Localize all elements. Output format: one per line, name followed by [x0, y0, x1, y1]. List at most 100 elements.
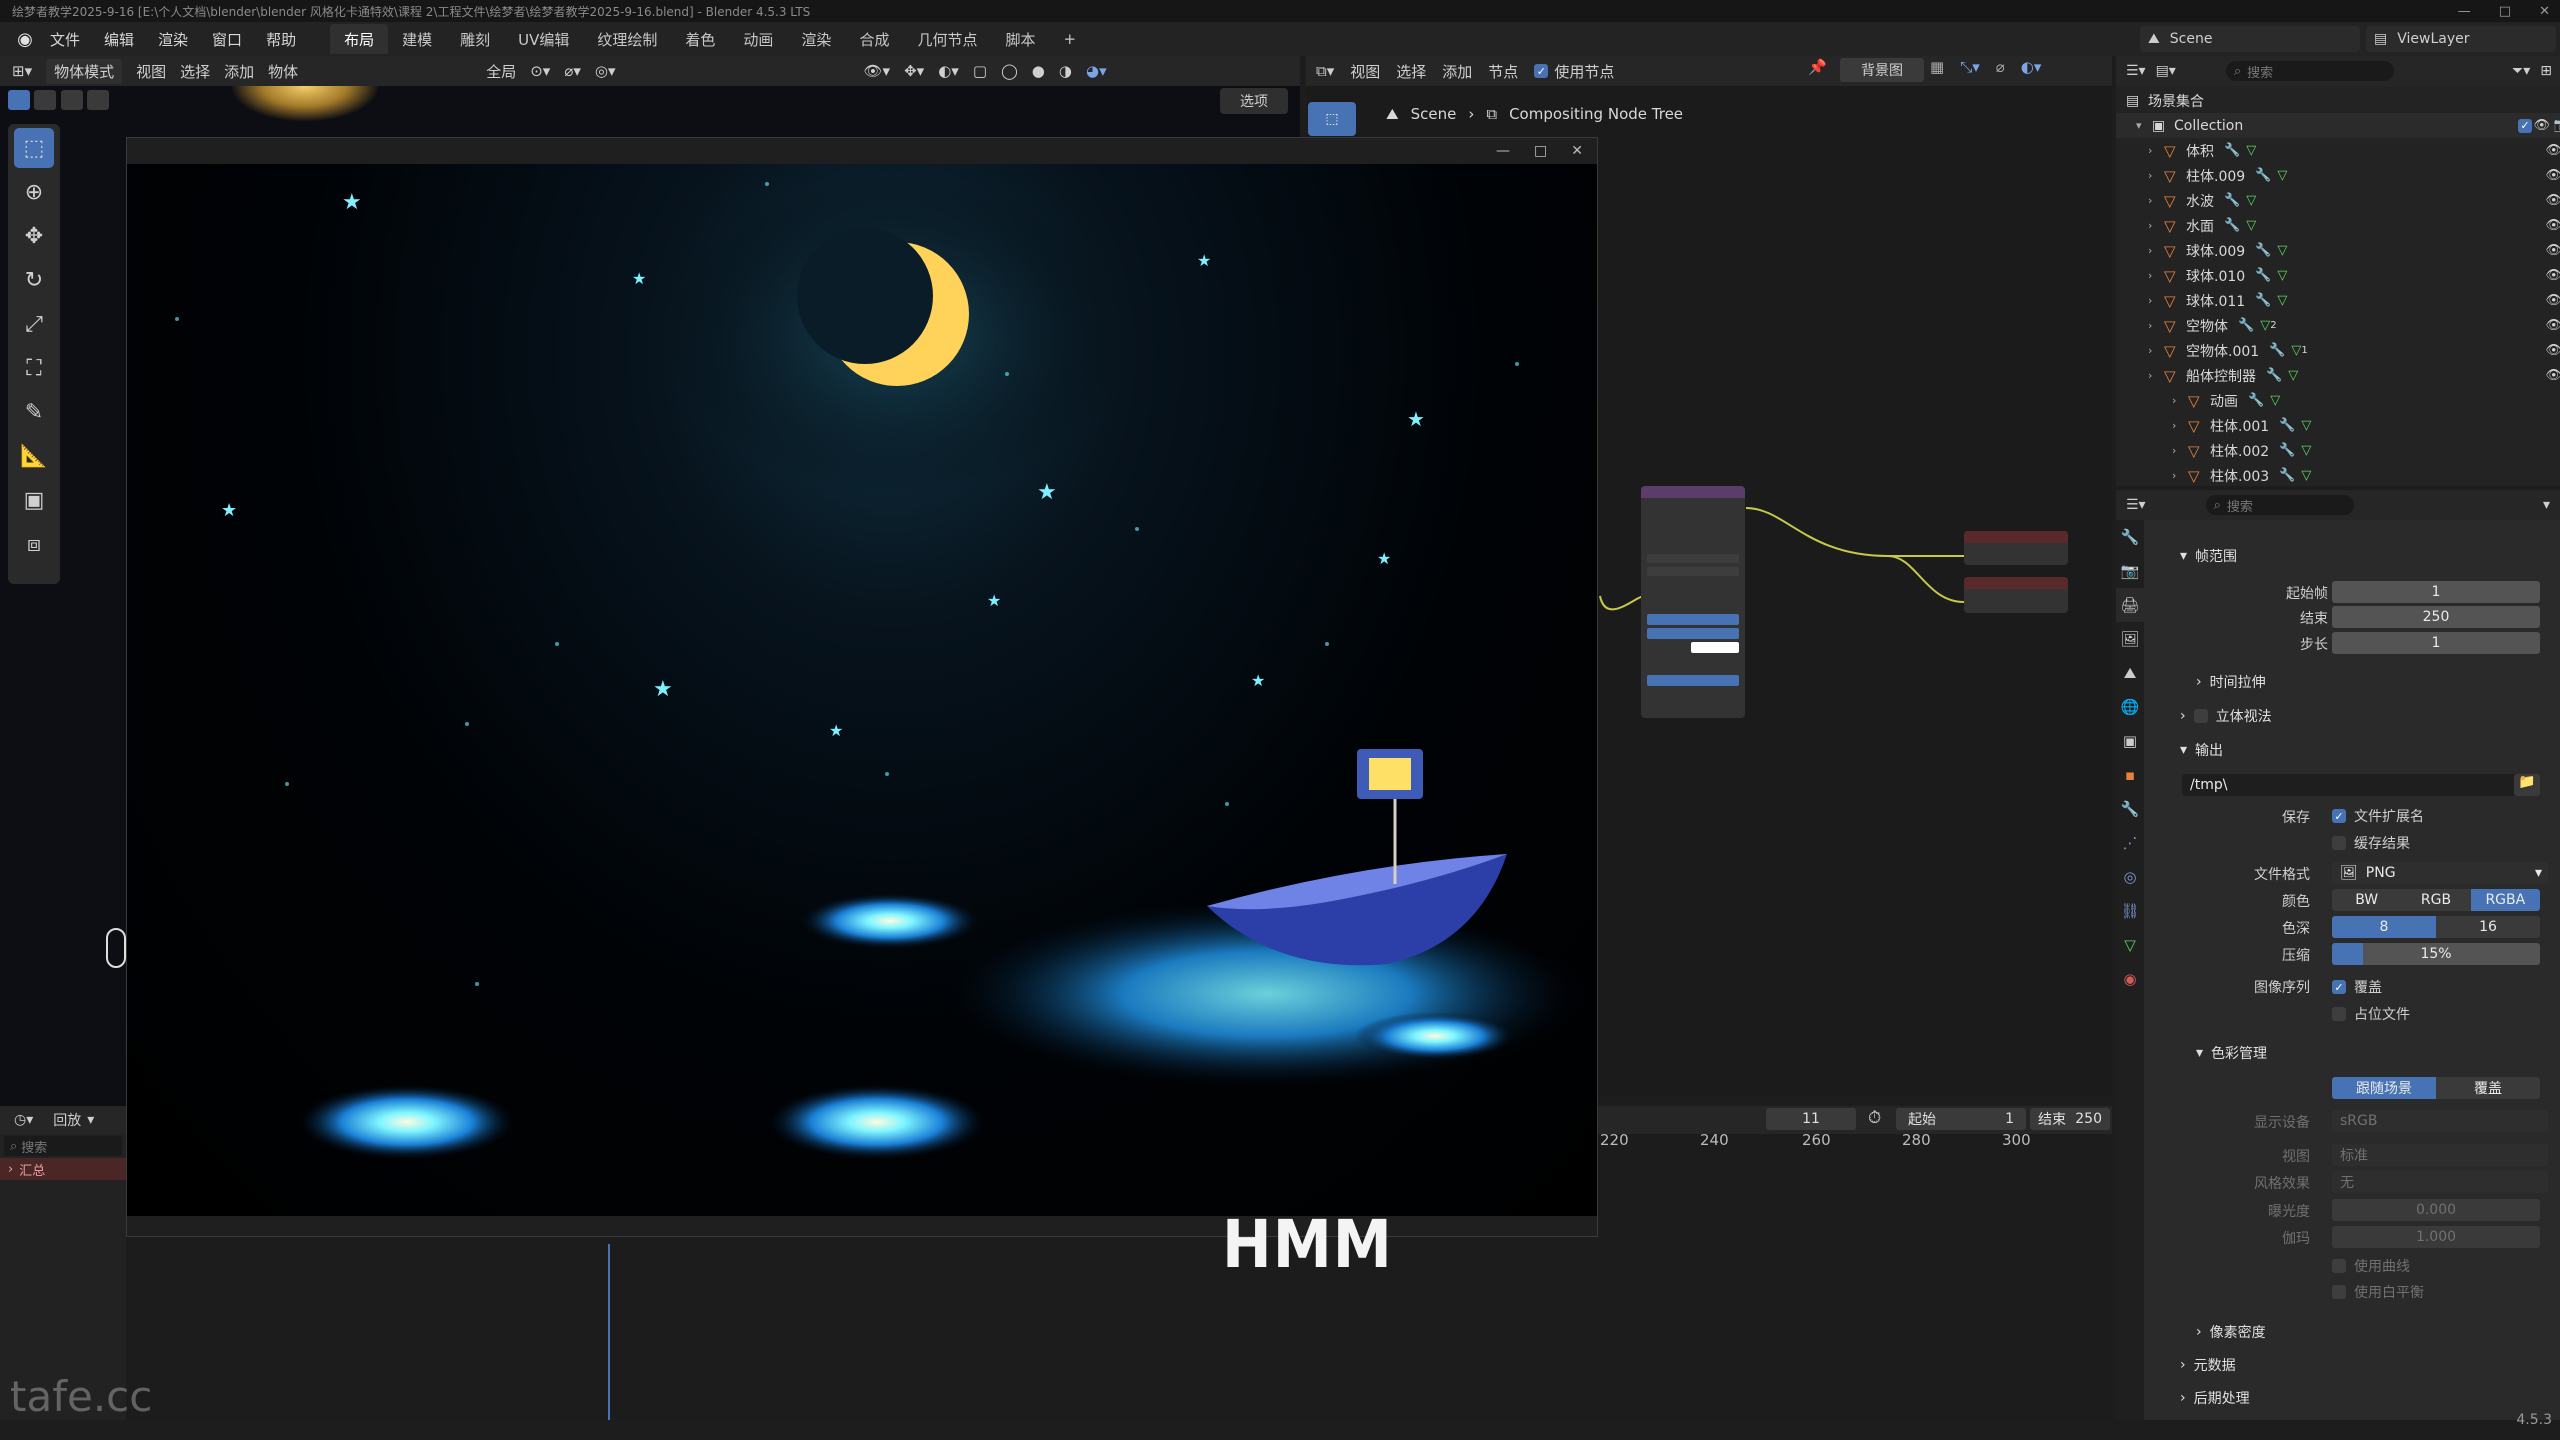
visibility-eye-icon[interactable]: 👁: [2545, 193, 2560, 208]
outliner-item[interactable]: ›▽柱体.002🔧▽👁📷: [2116, 438, 2560, 463]
color-bw-option[interactable]: BW: [2332, 889, 2402, 911]
outliner-item[interactable]: ›▽球体.009🔧▽👁📷: [2116, 238, 2560, 263]
timeline-end-field[interactable]: 结束 250: [2030, 1108, 2110, 1130]
scale-tool-icon[interactable]: ⤢: [14, 304, 54, 344]
tab-shading[interactable]: 着色: [671, 24, 729, 54]
mode-selector[interactable]: 物体模式: [46, 58, 123, 84]
use-white-balance-checkbox[interactable]: [2332, 1285, 2346, 1299]
tab-scripting[interactable]: 脚本: [991, 24, 1049, 54]
viewport-menu-object[interactable]: 物体: [268, 61, 298, 82]
outliner-item[interactable]: ›▽水面🔧▽👁📷: [2116, 213, 2560, 238]
xray-icon[interactable]: ▢: [973, 62, 987, 80]
close-button[interactable]: ✕: [2539, 4, 2550, 19]
data-tab-icon[interactable]: ▽: [2116, 928, 2144, 962]
folder-icon[interactable]: 📁: [2514, 774, 2540, 796]
visibility-eye-icon[interactable]: 👁: [2545, 268, 2560, 283]
snap-node-icon[interactable]: ⌀: [1996, 58, 2005, 76]
filter-icon[interactable]: ⏷▾: [2512, 63, 2530, 79]
select-box-tool-icon[interactable]: ⬚: [14, 128, 54, 168]
modifier-tab-icon[interactable]: 🔧: [2116, 792, 2144, 826]
outliner-item[interactable]: ›▽空物体.001🔧▽1👁📷: [2116, 338, 2560, 363]
modifier-icon[interactable]: 🔧: [2224, 193, 2240, 208]
world-tab-icon[interactable]: 🌐: [2116, 690, 2144, 724]
mesh-data-icon[interactable]: ▽: [2277, 168, 2287, 183]
modifier-icon[interactable]: 🔧: [2248, 393, 2264, 408]
time-stretch-section[interactable]: › 时间拉伸: [2196, 672, 2266, 692]
tab-sculpting[interactable]: 雕刻: [446, 24, 504, 54]
frame-end-field[interactable]: 250: [2332, 606, 2540, 628]
glare-node-slider-3[interactable]: [1647, 675, 1739, 686]
view-layer-tab-icon[interactable]: 🖼: [2116, 622, 2144, 656]
file-format-dropdown[interactable]: 🖼 PNG ▾: [2332, 862, 2548, 884]
mesh-data-icon[interactable]: ▽: [2301, 468, 2311, 483]
expand-icon[interactable]: ›: [2148, 194, 2164, 207]
timeline-editor-icon[interactable]: ◷▾: [14, 1112, 33, 1128]
transform-orientation[interactable]: 全局: [486, 61, 516, 82]
tool-tab-icon[interactable]: 🔧: [2116, 520, 2144, 554]
tab-uv-editing[interactable]: UV编辑: [504, 24, 583, 54]
post-processing-section[interactable]: › 后期处理: [2180, 1388, 2250, 1408]
visibility-icon[interactable]: 👁▾: [864, 62, 891, 80]
outliner-item[interactable]: ›▽球体.011🔧▽👁📷: [2116, 288, 2560, 313]
playback-menu[interactable]: 回放: [53, 1110, 81, 1130]
depth-8-option[interactable]: 8: [2332, 916, 2436, 938]
frame-range-section[interactable]: ▾ 帧范围: [2180, 546, 2237, 566]
shading-rendered-icon[interactable]: ◕▾: [1086, 62, 1107, 80]
blender-logo-icon[interactable]: ◉: [12, 29, 38, 50]
add-object-tool-icon[interactable]: ⧈: [14, 524, 54, 564]
glare-node-field-1[interactable]: [1647, 554, 1739, 563]
metadata-section[interactable]: › 元数据: [2180, 1355, 2236, 1375]
outliner-search[interactable]: ⌕ 搜索: [2225, 61, 2394, 81]
glare-node-slider-2[interactable]: [1647, 628, 1739, 639]
outliner-editor-icon[interactable]: ☰▾: [2126, 63, 2146, 79]
expand-icon[interactable]: ›: [2148, 244, 2164, 257]
shading-solid-icon[interactable]: ●: [1032, 62, 1045, 80]
expand-icon[interactable]: ›: [2172, 394, 2188, 407]
expand-icon[interactable]: ›: [2148, 369, 2164, 382]
visibility-eye-icon[interactable]: 👁: [2545, 168, 2560, 183]
select-mode-icon[interactable]: [8, 90, 30, 110]
collection-include-checkbox[interactable]: ✓: [2518, 118, 2532, 133]
file-ext-checkbox[interactable]: ✓: [2332, 809, 2346, 823]
menu-help[interactable]: 帮助: [254, 29, 308, 50]
frame-start-field[interactable]: 1: [2332, 581, 2540, 603]
shading-wireframe-icon[interactable]: ◯: [1001, 62, 1018, 80]
properties-options-icon[interactable]: ▾: [2543, 497, 2550, 513]
use-curves-checkbox[interactable]: [2332, 1259, 2346, 1273]
modifier-icon[interactable]: 🔧: [2255, 268, 2271, 283]
mesh-data-icon[interactable]: ▽: [2288, 368, 2298, 383]
properties-search[interactable]: ⌕ 搜索: [2205, 495, 2354, 515]
select-mode-3-icon[interactable]: [60, 90, 83, 110]
overwrite-checkbox[interactable]: ✓: [2332, 980, 2346, 994]
collection-tab-icon[interactable]: ▣: [2116, 724, 2144, 758]
overwrite-option[interactable]: ✓ 覆盖: [2332, 977, 2382, 997]
options-dropdown[interactable]: 选项: [1220, 88, 1288, 114]
display-device-dropdown[interactable]: sRGB: [2332, 1110, 2548, 1132]
outliner-item[interactable]: ›▽柱体.001🔧▽👁📷: [2116, 413, 2560, 438]
modifier-icon[interactable]: 🔧: [2279, 468, 2295, 483]
shading-material-icon[interactable]: ◑: [1059, 62, 1072, 80]
color-rgba-option[interactable]: RGBA: [2470, 889, 2540, 911]
maximize-button[interactable]: □: [2499, 4, 2511, 19]
modifier-icon[interactable]: 🔧: [2224, 143, 2240, 158]
outliner-item[interactable]: ›▽船体控制器🔧▽👁📷: [2116, 363, 2560, 388]
add-cube-tool-icon[interactable]: ▣: [14, 480, 54, 520]
tab-compositing[interactable]: 合成: [845, 24, 903, 54]
modifier-icon[interactable]: 🔧: [2255, 293, 2271, 308]
tab-geometry-nodes[interactable]: 几何节点: [903, 24, 991, 54]
node-overlay-icon[interactable]: ◐▾: [2021, 58, 2042, 76]
color-rgb-option[interactable]: RGB: [2401, 889, 2471, 911]
outliner-item[interactable]: ›▽空物体🔧▽2👁📷: [2116, 313, 2560, 338]
expand-icon[interactable]: ›: [2172, 469, 2188, 482]
view-transform-dropdown[interactable]: 标准: [2332, 1144, 2548, 1166]
mesh-data-icon[interactable]: ▽: [2246, 193, 2256, 208]
output-section[interactable]: ▾ 输出: [2180, 740, 2223, 760]
visibility-eye-icon[interactable]: 👁: [2545, 368, 2560, 383]
node-menu-select[interactable]: 选择: [1396, 61, 1426, 82]
outliner-item[interactable]: ›▽柱体.009🔧▽👁📷: [2116, 163, 2560, 188]
modifier-icon[interactable]: 🔧: [2269, 343, 2285, 358]
cursor-tool-icon[interactable]: ⊕: [14, 172, 54, 212]
mesh-data-icon[interactable]: ▽: [2291, 343, 2301, 358]
scene-tab-icon[interactable]: ⛰: [2116, 656, 2144, 690]
expand-icon[interactable]: ›: [2172, 419, 2188, 432]
